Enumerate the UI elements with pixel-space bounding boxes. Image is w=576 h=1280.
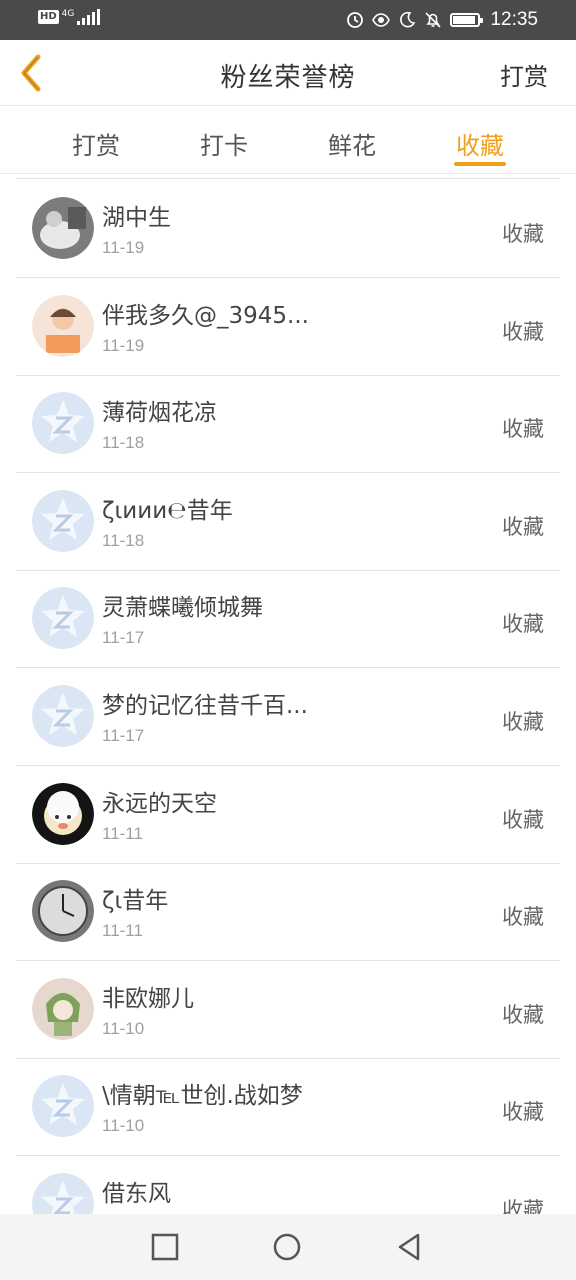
- list-item[interactable]: 湖中生 11-19 收藏: [16, 180, 560, 278]
- list-item[interactable]: ζιиии℮昔年 11-18 收藏: [16, 473, 560, 571]
- fan-name: \情朝℡世创.战如梦: [102, 1083, 303, 1110]
- avatar[interactable]: [32, 197, 94, 259]
- list-item[interactable]: 借东风收藏: [16, 1156, 560, 1214]
- list-item[interactable]: 灵萧蝶曦倾城舞 11-17 收藏: [16, 570, 560, 669]
- tab-reward[interactable]: 打赏: [46, 126, 146, 161]
- system-nav-bar: [0, 1214, 576, 1280]
- favorite-label: 收藏: [502, 514, 544, 539]
- clock: 12:35: [490, 9, 538, 30]
- default-avatar-icon[interactable]: [32, 685, 94, 747]
- tab-bar: 打赏 打卡 鲜花 收藏: [0, 106, 576, 174]
- list-item[interactable]: 伴我多久@_3945... 11-19 收藏: [16, 278, 560, 376]
- avatar[interactable]: [32, 782, 94, 845]
- eye-comfort-icon: [372, 13, 391, 27]
- favorite-label: 收藏: [502, 807, 544, 832]
- divider: [16, 178, 560, 179]
- moon-icon: [400, 11, 416, 28]
- network-type: 4G: [61, 8, 75, 19]
- list-item[interactable]: 梦的记忆往昔千百... 11-17 收藏: [16, 668, 560, 766]
- status-right: 12:35: [346, 8, 538, 32]
- default-avatar-icon[interactable]: [32, 1075, 94, 1138]
- list-item[interactable]: 非欧娜儿 11-10 收藏: [16, 961, 560, 1059]
- avatar[interactable]: [32, 977, 94, 1040]
- fan-name: 非欧娜儿: [102, 985, 194, 1012]
- fan-date: 11-18: [102, 530, 145, 550]
- status-left: HD 4G: [38, 8, 101, 25]
- nav-bar: 粉丝荣誉榜 打赏: [0, 40, 576, 106]
- favorite-label: 收藏: [502, 222, 544, 246]
- fan-name: 梦的记忆往昔千百...: [102, 693, 308, 719]
- avatar[interactable]: [32, 294, 94, 357]
- favorite-label: 收藏: [502, 612, 544, 637]
- fan-date: 11-17: [102, 628, 145, 648]
- favorite-label: 收藏: [502, 319, 544, 344]
- back-icon[interactable]: [394, 1232, 424, 1262]
- avatar[interactable]: [32, 880, 94, 943]
- recent-apps-icon[interactable]: [150, 1232, 180, 1262]
- favorite-label: 收藏: [502, 905, 544, 930]
- favorite-label: 收藏: [502, 710, 544, 734]
- fan-name: ζιиии℮昔年: [102, 497, 233, 524]
- favorite-label: 收藏: [502, 1002, 544, 1027]
- fan-date: 11-17: [102, 726, 145, 745]
- reward-button[interactable]: 打赏: [500, 57, 548, 92]
- data-saver-icon: [347, 12, 364, 28]
- favorite-label: 收藏: [502, 417, 544, 442]
- signal-icon: [77, 9, 101, 25]
- list-item[interactable]: \情朝℡世创.战如梦 11-10 收藏: [16, 1058, 560, 1157]
- mute-bell-icon: [425, 12, 442, 28]
- fan-date: 11-11: [102, 921, 143, 941]
- fan-name: 永远的天空: [102, 790, 217, 817]
- status-bar: HD 4G 12:35: [0, 0, 576, 40]
- fan-name: 伴我多久@_3945...: [102, 302, 309, 329]
- list-item[interactable]: ζι昔年 11-11 收藏: [16, 863, 560, 962]
- fan-date: 11-10: [102, 1018, 145, 1038]
- fan-name: ζι昔年: [102, 888, 169, 915]
- fan-date: 11-10: [102, 1116, 145, 1136]
- list-item[interactable]: 永远的天空 11-11 收藏: [16, 766, 560, 864]
- hd-badge: HD: [38, 10, 59, 24]
- page-title: 粉丝荣誉榜: [220, 63, 356, 93]
- favorite-label: 收藏: [502, 1100, 544, 1125]
- fan-name: 薄荷烟花凉: [102, 400, 217, 427]
- default-avatar-icon[interactable]: [32, 392, 94, 455]
- fan-name: 灵萧蝶曦倾城舞: [102, 595, 263, 622]
- fan-name: 湖中生: [102, 205, 171, 231]
- active-tab-indicator: [454, 162, 506, 166]
- tab-favorites[interactable]: 收藏: [430, 126, 530, 161]
- fan-date: 11-19: [102, 335, 145, 355]
- fan-name: 借东风: [102, 1181, 171, 1207]
- favorite-label: 收藏: [502, 1198, 544, 1214]
- default-avatar-icon[interactable]: [32, 1173, 94, 1214]
- list-item[interactable]: 薄荷烟花凉 11-18 收藏: [16, 375, 560, 474]
- fan-ranking-list: 湖中生 11-19 收藏 伴我多久@_3945... 11-19 收藏 薄荷烟花凉 11-18…: [16, 174, 560, 1214]
- fan-date: 11-18: [102, 433, 145, 453]
- battery-icon: [450, 13, 484, 27]
- home-icon[interactable]: [272, 1232, 302, 1262]
- fan-date: 11-19: [102, 238, 145, 257]
- tab-flowers[interactable]: 鲜花: [302, 126, 402, 161]
- tab-checkin[interactable]: 打卡: [174, 126, 274, 161]
- fan-date: 11-11: [102, 823, 143, 843]
- default-avatar-icon[interactable]: [32, 489, 94, 552]
- default-avatar-icon[interactable]: [32, 587, 94, 650]
